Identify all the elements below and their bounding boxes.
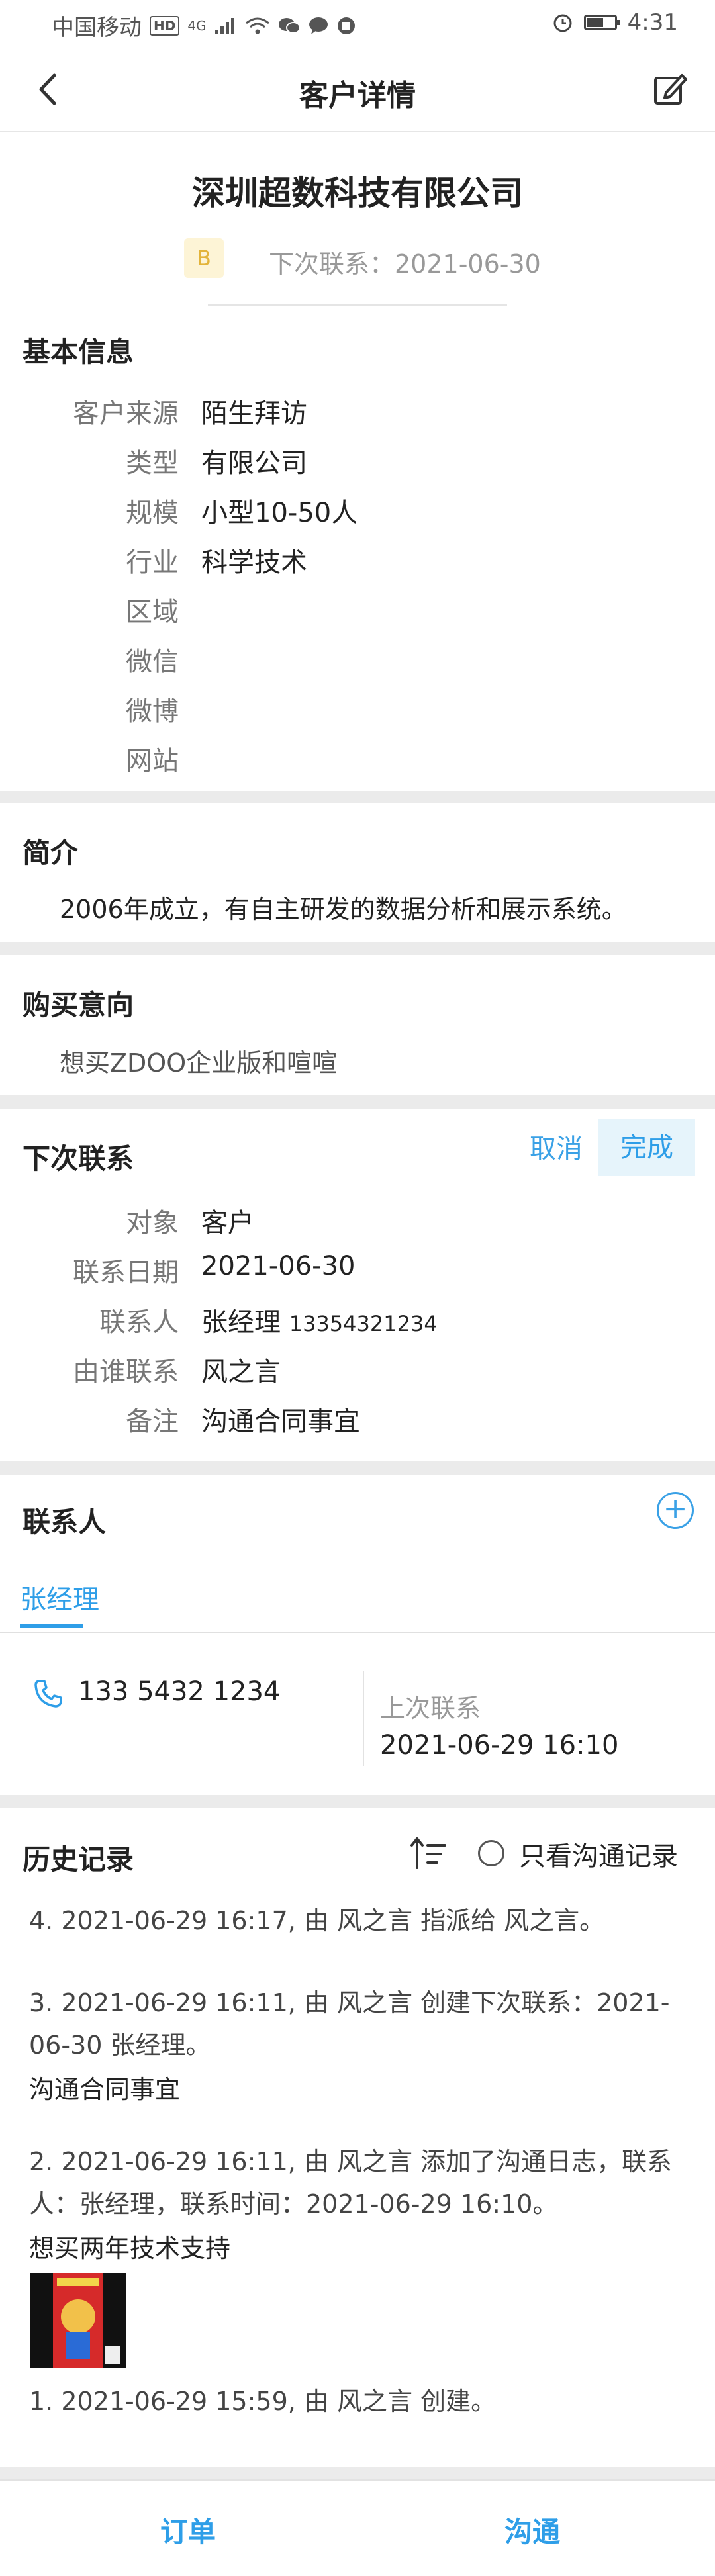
status-bar: 中国移动 HD 4G 4:31: [0, 0, 715, 52]
sort-icon[interactable]: [408, 1833, 449, 1874]
field-label: 网站: [126, 746, 179, 776]
field-label: 微信: [126, 647, 179, 677]
tab-active-indicator: [20, 1624, 83, 1628]
field-label: 区域: [126, 597, 179, 627]
field-value: 2021-06-30: [201, 1251, 356, 1281]
tab-communicate[interactable]: 沟通: [504, 2510, 560, 2550]
wifi-icon: [245, 17, 269, 34]
field-value: 沟通合同事宜: [201, 1406, 360, 1437]
intro-text: 2006年成立，有自主研发的数据分析和展示系统。: [60, 895, 627, 924]
cancel-button[interactable]: 取消: [530, 1127, 583, 1166]
contact-phone-number[interactable]: 133 5432 1234: [78, 1677, 280, 1707]
field-value: 张经理 13354321234: [201, 1301, 438, 1339]
history-section: 历史记录 只看沟通记录 4. 2021-06-29 16:17, 由 风之言 指…: [0, 1808, 715, 2467]
field-value: 科学技术: [201, 547, 307, 578]
last-contact-value: 2021-06-29 16:10: [380, 1730, 619, 1761]
tab-orders[interactable]: 订单: [160, 2510, 216, 2550]
history-note: 想买两年技术支持: [29, 2234, 231, 2263]
company-info-section: 深圳超数科技有限公司 B 下次联系：2021-06-30 基本信息 客户来源 陌…: [0, 132, 715, 791]
field-label: 微博: [126, 696, 179, 727]
field-label: 备注: [126, 1406, 179, 1437]
grade-badge: B: [184, 238, 224, 278]
history-note: 沟通合同事宜: [29, 2075, 181, 2104]
network-label: 4G: [187, 17, 207, 34]
divider: [208, 304, 507, 306]
bottom-tab-bar: 订单 沟通: [0, 2479, 715, 2576]
field-label: 行业: [126, 547, 179, 578]
last-contact-label: 上次联系: [380, 1694, 481, 1723]
divider: [363, 1671, 364, 1766]
section-title-purchase-intent: 购买意向: [23, 989, 134, 1021]
tab-contact[interactable]: 张经理: [20, 1578, 99, 1616]
carrier-label: 中国移动: [52, 15, 142, 41]
clock-time: 4:31: [627, 9, 678, 36]
intent-text: 想买ZDOO企业版和喧喧: [60, 1048, 338, 1078]
history-entry: 4. 2021-06-29 16:17, 由 风之言 指派给 风之言。: [29, 1906, 605, 1935]
field-label: 联系人: [99, 1307, 179, 1338]
section-title-contacts: 联系人: [23, 1506, 107, 1538]
edit-icon[interactable]: [646, 66, 692, 113]
next-contact-date: 下次联系：2021-06-30: [269, 250, 541, 279]
top-nav-bar: 客户详情: [0, 52, 715, 132]
intro-section: 简介 2006年成立，有自主研发的数据分析和展示系统。: [0, 803, 715, 942]
contacts-section: 联系人 + 张经理 133 5432 1234 上次联系 2021-06-29 …: [0, 1475, 715, 1795]
field-label: 规模: [126, 498, 179, 528]
contact-name: 张经理: [201, 1307, 281, 1338]
field-value: 小型10-50人: [201, 498, 358, 528]
section-title-history: 历史记录: [23, 1843, 134, 1876]
history-entry: 2. 2021-06-29 16:11, 由 风之言 添加了沟通日志，联系人：张…: [29, 2147, 673, 2219]
field-label: 对象: [126, 1208, 179, 1238]
next-contact-section: 下次联系 取消 完成 对象 客户 联系日期 2021-06-30 联系人 张经理…: [0, 1109, 715, 1461]
add-contact-icon[interactable]: +: [657, 1492, 694, 1529]
field-label: 类型: [126, 448, 179, 479]
done-button[interactable]: 完成: [598, 1119, 695, 1176]
filter-radio[interactable]: [478, 1840, 504, 1866]
page-title: 客户详情: [299, 79, 416, 113]
field-value: 有限公司: [201, 448, 307, 479]
contact-phone: 13354321234: [289, 1311, 438, 1336]
company-name: 深圳超数科技有限公司: [192, 174, 523, 212]
field-label: 由谁联系: [73, 1357, 179, 1387]
filter-label[interactable]: 只看沟通记录: [519, 1835, 678, 1873]
section-title-next-contact: 下次联系: [23, 1142, 134, 1175]
battery-icon: [583, 15, 620, 30]
section-title-basic-info: 基本信息: [23, 336, 134, 368]
field-value: 风之言: [201, 1357, 281, 1387]
field-label: 客户来源: [73, 398, 179, 429]
wechat-icon: [278, 17, 301, 34]
purchase-intent-section: 购买意向 想买ZDOO企业版和喧喧: [0, 955, 715, 1095]
history-entry: 3. 2021-06-29 16:11, 由 风之言 创建下次联系：2021-0…: [29, 1988, 670, 2060]
field-value: 陌生拜访: [201, 398, 307, 429]
hd-badge: HD: [150, 15, 180, 36]
attachment-thumbnail[interactable]: [30, 2273, 126, 2368]
phone-icon[interactable]: [33, 1679, 64, 1709]
field-value: 客户: [201, 1208, 254, 1238]
history-entry: 1. 2021-06-29 15:59, 由 风之言 创建。: [29, 2387, 497, 2416]
message-icon: [309, 17, 328, 34]
divider: [0, 1632, 715, 1633]
signal-icon: [215, 17, 234, 34]
section-title-intro: 简介: [23, 837, 79, 869]
field-label: 联系日期: [73, 1258, 179, 1288]
app-icon: [337, 17, 355, 34]
alarm-icon: [553, 14, 572, 32]
